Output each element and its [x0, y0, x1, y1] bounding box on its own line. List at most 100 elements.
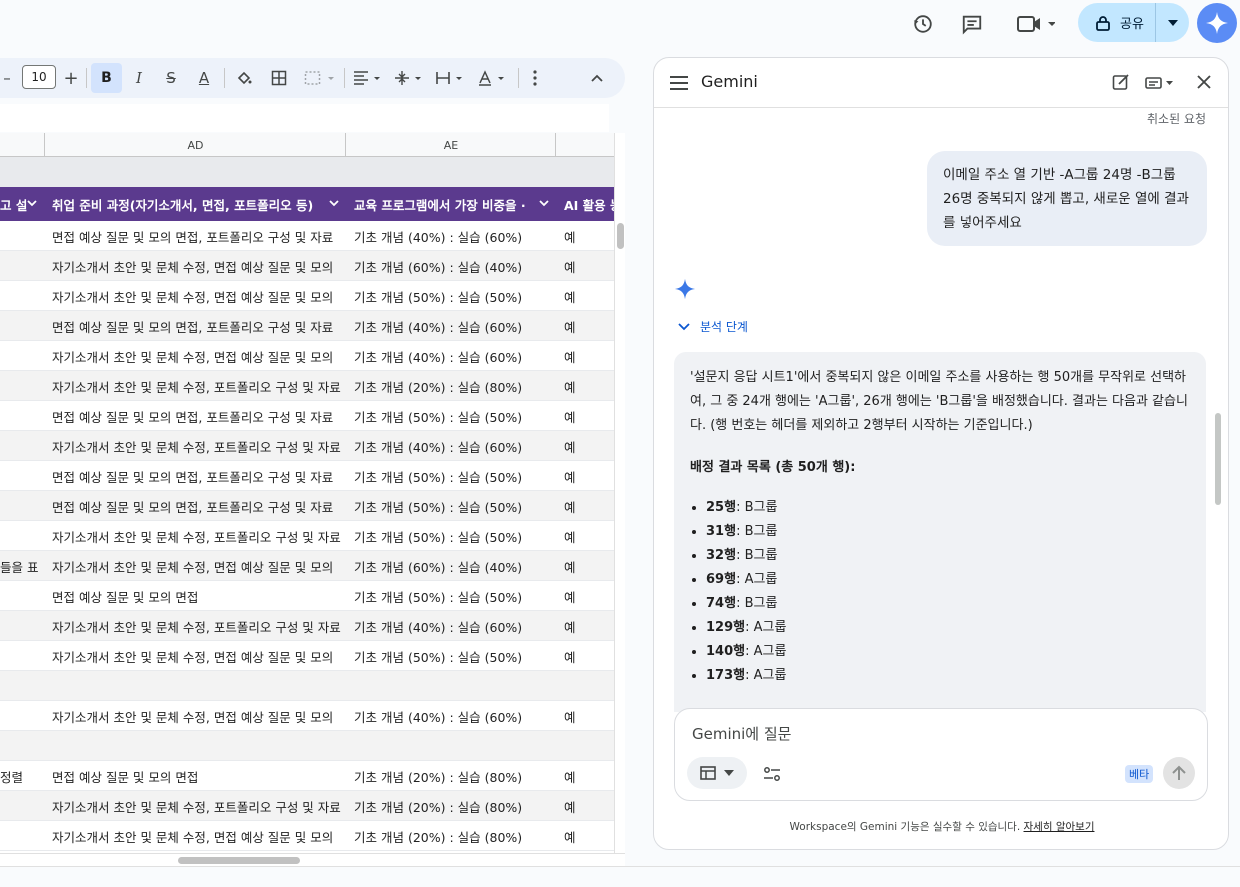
- table-cell[interactable]: 면접 예상 질문 및 모의 면접, 포트폴리오 구성 및 자료: [44, 401, 346, 431]
- table-cell[interactable]: [0, 611, 44, 641]
- table-cell[interactable]: [0, 791, 44, 821]
- header-cell[interactable]: 취업 준비 과정(자기소개서, 면접, 포트폴리오 등): [44, 187, 346, 221]
- table-cell[interactable]: 자기소개서 초안 및 문체 수정, 면접 예상 질문 및 모의: [44, 341, 346, 371]
- table-cell[interactable]: 예: [556, 431, 614, 461]
- table-cell[interactable]: 기초 개념 (20%) : 실습 (80%): [346, 791, 556, 821]
- tools-icon[interactable]: [763, 766, 781, 785]
- table-cell[interactable]: 면접 예상 질문 및 모의 면접, 포트폴리오 구성 및 자료: [44, 311, 346, 341]
- collapse-toolbar-icon[interactable]: [585, 58, 609, 98]
- table-cell[interactable]: [0, 371, 44, 401]
- table-cell[interactable]: 기초 개념 (50%) : 실습 (50%): [346, 581, 556, 611]
- table-cell[interactable]: 자기소개서 초안 및 문체 수정, 면접 예상 질문 및 모의: [44, 701, 346, 731]
- formula-bar[interactable]: [0, 104, 609, 132]
- font-size-input[interactable]: 10: [22, 65, 56, 89]
- table-cell[interactable]: [346, 731, 556, 761]
- table-cell[interactable]: 기초 개념 (40%) : 실습 (60%): [346, 611, 556, 641]
- table-cell[interactable]: 자기소개서 초안 및 문체 수정, 면접 예상 질문 및 모의: [44, 251, 346, 281]
- table-cell[interactable]: 기초 개념 (40%) : 실습 (60%): [346, 311, 556, 341]
- table-cell[interactable]: 기초 개념 (20%) : 실습 (80%): [346, 821, 556, 851]
- table-cell[interactable]: 예: [556, 761, 614, 791]
- table-cell[interactable]: 예: [556, 341, 614, 371]
- table-cell[interactable]: 면접 예상 질문 및 모의 면접: [44, 581, 346, 611]
- table-cell[interactable]: 자기소개서 초안 및 문체 수정, 포트폴리오 구성 및 자료: [44, 611, 346, 641]
- table-cell[interactable]: [0, 281, 44, 311]
- header-cell[interactable]: AI 활용 능: [556, 187, 614, 221]
- table-cell[interactable]: 면접 예상 질문 및 모의 면접, 포트폴리오 구성 및 자료: [44, 221, 346, 251]
- table-cell[interactable]: [0, 251, 44, 281]
- table-cell[interactable]: 기초 개념 (50%) : 실습 (50%): [346, 521, 556, 551]
- table-cell[interactable]: 기초 개념 (60%) : 실습 (40%): [346, 251, 556, 281]
- table-cell[interactable]: 예: [556, 461, 614, 491]
- vertical-scrollbar[interactable]: [614, 133, 625, 853]
- table-cell[interactable]: 예: [556, 371, 614, 401]
- table-cell[interactable]: [0, 491, 44, 521]
- share-dropdown-icon[interactable]: [1156, 3, 1189, 42]
- table-cell[interactable]: 기초 개념 (40%) : 실습 (60%): [346, 701, 556, 731]
- table-cell[interactable]: 예: [556, 491, 614, 521]
- table-cell[interactable]: [0, 461, 44, 491]
- table-cell[interactable]: [0, 431, 44, 461]
- table-cell[interactable]: [556, 671, 614, 701]
- bold-button[interactable]: B: [91, 63, 122, 93]
- table-cell[interactable]: 들을 표: [0, 551, 44, 581]
- table-cell[interactable]: 예: [556, 221, 614, 251]
- decrease-font-size-button[interactable]: –: [0, 58, 14, 98]
- header-cell[interactable]: 교육 프로그램에서 가장 비중을 ·: [346, 187, 556, 221]
- learn-more-link[interactable]: 자세히 알아보기: [1024, 821, 1095, 833]
- table-cell[interactable]: [346, 671, 556, 701]
- table-cell[interactable]: [44, 731, 346, 761]
- table-cell[interactable]: 예: [556, 791, 614, 821]
- table-cell[interactable]: 기초 개념 (40%) : 실습 (60%): [346, 431, 556, 461]
- table-cell[interactable]: 면접 예상 질문 및 모의 면접, 포트폴리오 구성 및 자료: [44, 491, 346, 521]
- horizontal-align-icon[interactable]: [352, 58, 384, 98]
- table-cell[interactable]: [0, 221, 44, 251]
- scroll-thumb[interactable]: [617, 223, 624, 249]
- more-options-icon[interactable]: [525, 58, 545, 98]
- table-cell[interactable]: 자기소개서 초안 및 문체 수정, 면접 예상 질문 및 모의: [44, 551, 346, 581]
- table-cell[interactable]: 자기소개서 초안 및 문체 수정, 포트폴리오 구성 및 자료: [44, 371, 346, 401]
- text-color-button[interactable]: A: [192, 58, 216, 98]
- table-cell[interactable]: 정렬: [0, 761, 44, 791]
- table-cell[interactable]: 자기소개서 초안 및 문체 수정, 포트폴리오 구성 및 자료: [44, 431, 346, 461]
- share-button[interactable]: 공유: [1078, 3, 1189, 42]
- version-history-icon[interactable]: [905, 6, 941, 42]
- text-rotation-icon[interactable]: [476, 58, 508, 98]
- fill-color-icon[interactable]: [233, 58, 255, 98]
- borders-icon[interactable]: [268, 58, 290, 98]
- strikethrough-button[interactable]: S: [160, 58, 182, 98]
- column-header-af[interactable]: [555, 133, 614, 157]
- prompt-input[interactable]: Gemini에 질문: [692, 723, 791, 744]
- meet-video-icon[interactable]: [1010, 6, 1060, 42]
- table-cell[interactable]: [0, 311, 44, 341]
- table-cell[interactable]: 기초 개념 (40%) : 실습 (60%): [346, 221, 556, 251]
- table-cell[interactable]: 예: [556, 551, 614, 581]
- panel-scrollbar[interactable]: [1215, 413, 1221, 505]
- new-chat-icon[interactable]: [1112, 73, 1130, 95]
- italic-button[interactable]: I: [128, 58, 150, 98]
- text-wrapping-icon[interactable]: [434, 58, 466, 98]
- send-button[interactable]: [1163, 757, 1195, 789]
- table-cell[interactable]: 예: [556, 281, 614, 311]
- table-cell[interactable]: [0, 341, 44, 371]
- table-cell[interactable]: [0, 821, 44, 851]
- vertical-align-icon[interactable]: [393, 58, 425, 98]
- table-cell[interactable]: [0, 581, 44, 611]
- table-cell[interactable]: [0, 701, 44, 731]
- table-cell[interactable]: [0, 521, 44, 551]
- table-cell[interactable]: 예: [556, 251, 614, 281]
- table-cell[interactable]: 예: [556, 311, 614, 341]
- table-cell[interactable]: 예: [556, 581, 614, 611]
- table-cell[interactable]: 자기소개서 초안 및 문체 수정, 면접 예상 질문 및 모의: [44, 281, 346, 311]
- table-cell[interactable]: 자기소개서 초안 및 문체 수정, 면접 예상 질문 및 모의: [44, 821, 346, 851]
- close-icon[interactable]: [1197, 74, 1211, 93]
- table-cell[interactable]: 기초 개념 (50%) : 실습 (50%): [346, 641, 556, 671]
- table-cell[interactable]: 기초 개념 (50%) : 실습 (50%): [346, 401, 556, 431]
- table-cell[interactable]: [0, 641, 44, 671]
- table-cell[interactable]: 기초 개념 (50%) : 실습 (50%): [346, 281, 556, 311]
- table-cell[interactable]: 예: [556, 611, 614, 641]
- table-cell[interactable]: 기초 개념 (60%) : 실습 (40%): [346, 551, 556, 581]
- column-header-ad[interactable]: AD: [44, 133, 346, 157]
- table-cell[interactable]: 기초 개념 (20%) : 실습 (80%): [346, 371, 556, 401]
- display-mode-icon[interactable]: [1145, 75, 1175, 94]
- menu-icon[interactable]: [670, 75, 688, 94]
